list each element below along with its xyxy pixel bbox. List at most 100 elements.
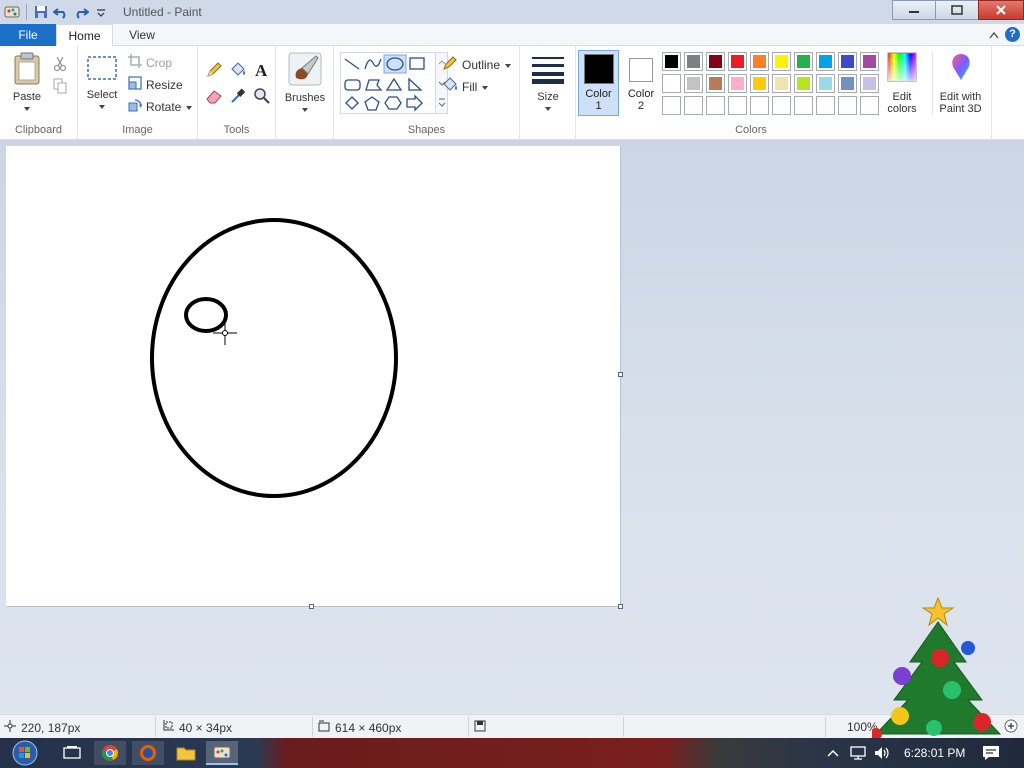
shape-polygon-icon[interactable]	[365, 79, 383, 91]
color-picker-icon[interactable]	[228, 86, 248, 106]
palette-swatch-color	[775, 55, 788, 68]
paste-button[interactable]: Paste	[6, 52, 48, 115]
notifications-icon[interactable]	[978, 741, 1004, 765]
fill-bucket-icon[interactable]	[228, 60, 248, 80]
palette-swatch-color	[665, 55, 678, 68]
save-icon[interactable]	[31, 2, 51, 22]
tab-home[interactable]: Home	[56, 24, 113, 47]
fill-button[interactable]: Fill	[442, 77, 489, 96]
resize-handle-right[interactable]	[618, 372, 623, 377]
paint-app-icon[interactable]	[2, 2, 22, 22]
tab-view[interactable]: View	[118, 24, 166, 46]
rotate-label: Rotate	[146, 99, 182, 114]
edit-with-paint3d-button[interactable]: Edit with Paint 3D	[932, 52, 988, 115]
shape-pentagon-icon[interactable]	[364, 96, 380, 111]
palette-swatch[interactable]	[750, 52, 769, 71]
select-button[interactable]: Select	[82, 54, 122, 113]
tab-file[interactable]: File	[0, 24, 56, 46]
minimize-ribbon-icon[interactable]	[989, 28, 999, 42]
firefox-taskbar-icon[interactable]	[132, 741, 164, 765]
palette-swatch[interactable]	[684, 74, 703, 93]
palette-custom-slot[interactable]	[728, 96, 747, 115]
close-button[interactable]	[978, 0, 1024, 20]
help-icon[interactable]: ?	[1005, 27, 1020, 42]
drawing-canvas[interactable]	[6, 146, 620, 606]
palette-swatch[interactable]	[750, 74, 769, 93]
start-button[interactable]	[6, 740, 44, 766]
palette-custom-slot[interactable]	[662, 96, 681, 115]
file-explorer-taskbar-icon[interactable]	[170, 741, 202, 765]
shape-curve-icon[interactable]	[364, 58, 382, 70]
brushes-button[interactable]: Brushes	[282, 52, 328, 116]
network-icon[interactable]	[846, 741, 870, 765]
palette-swatch[interactable]	[772, 74, 791, 93]
resize-icon	[128, 76, 142, 93]
resize-button[interactable]: Resize	[128, 76, 183, 93]
shape-rectangle-icon[interactable]	[409, 57, 425, 70]
palette-swatch[interactable]	[772, 52, 791, 71]
palette-swatch[interactable]	[816, 74, 835, 93]
maximize-button[interactable]	[935, 0, 979, 20]
palette-swatch[interactable]	[860, 52, 879, 71]
palette-swatch[interactable]	[794, 52, 813, 71]
palette-custom-slot[interactable]	[772, 96, 791, 115]
palette-custom-slot[interactable]	[794, 96, 813, 115]
palette-swatch[interactable]	[662, 74, 681, 93]
text-tool-icon[interactable]: A	[252, 60, 272, 80]
shapes-group: Outline Fill Shapes	[334, 46, 520, 140]
shape-triangle-icon[interactable]	[385, 77, 403, 91]
selection-size: 40 × 34px	[162, 720, 232, 735]
cut-icon[interactable]	[50, 54, 70, 74]
shape-right-triangle-icon[interactable]	[408, 77, 423, 91]
palette-custom-slot[interactable]	[706, 96, 725, 115]
rotate-button[interactable]: Rotate	[128, 98, 193, 115]
minimize-button[interactable]	[892, 0, 936, 20]
color1-number: 1	[595, 100, 602, 112]
resize-handle-corner[interactable]	[618, 604, 623, 609]
shape-diamond-icon[interactable]	[345, 96, 359, 110]
palette-swatch[interactable]	[728, 74, 747, 93]
magnifier-icon[interactable]	[252, 86, 272, 106]
copy-icon[interactable]	[50, 76, 70, 96]
palette-swatch[interactable]	[662, 52, 681, 71]
palette-custom-slot[interactable]	[838, 96, 857, 115]
palette-swatch[interactable]	[838, 52, 857, 71]
palette-swatch[interactable]	[706, 74, 725, 93]
palette-custom-slot[interactable]	[860, 96, 879, 115]
task-view-icon[interactable]	[56, 741, 88, 765]
shape-hexagon-icon[interactable]	[384, 96, 402, 110]
shape-rounded-rectangle-icon[interactable]	[344, 79, 361, 91]
palette-custom-slot[interactable]	[816, 96, 835, 115]
show-hidden-icons[interactable]	[822, 741, 844, 765]
crop-button[interactable]: Crop	[128, 54, 172, 71]
taskbar-clock[interactable]: 6:28:01 PM	[904, 746, 965, 760]
palette-swatch-color	[753, 55, 766, 68]
palette-swatch[interactable]	[816, 52, 835, 71]
chrome-taskbar-icon[interactable]	[94, 741, 126, 765]
color2-button[interactable]: Color 2	[622, 50, 660, 116]
size-button[interactable]: Size	[526, 54, 570, 115]
color1-button[interactable]: Color 1	[578, 50, 619, 116]
color-palette	[662, 52, 886, 118]
undo-icon[interactable]	[51, 2, 71, 22]
palette-swatch[interactable]	[838, 74, 857, 93]
paint-taskbar-icon[interactable]	[206, 741, 238, 765]
shape-line-icon[interactable]	[344, 58, 360, 70]
pencil-icon[interactable]	[204, 60, 224, 80]
palette-swatch[interactable]	[794, 74, 813, 93]
palette-swatch[interactable]	[684, 52, 703, 71]
palette-swatch[interactable]	[728, 52, 747, 71]
eraser-icon[interactable]	[204, 86, 224, 106]
redo-icon[interactable]	[71, 2, 91, 22]
palette-swatch[interactable]	[860, 74, 879, 93]
shape-arrow-icon[interactable]	[406, 94, 423, 112]
resize-handle-bottom[interactable]	[309, 604, 314, 609]
palette-custom-slot[interactable]	[684, 96, 703, 115]
palette-swatch[interactable]	[706, 52, 725, 71]
volume-icon[interactable]	[870, 741, 894, 765]
outline-button[interactable]: Outline	[442, 55, 512, 74]
edit-colors-button[interactable]: Edit colors	[882, 52, 922, 115]
customize-qat-icon[interactable]	[91, 2, 111, 22]
palette-swatch-color	[709, 77, 722, 90]
palette-custom-slot[interactable]	[750, 96, 769, 115]
